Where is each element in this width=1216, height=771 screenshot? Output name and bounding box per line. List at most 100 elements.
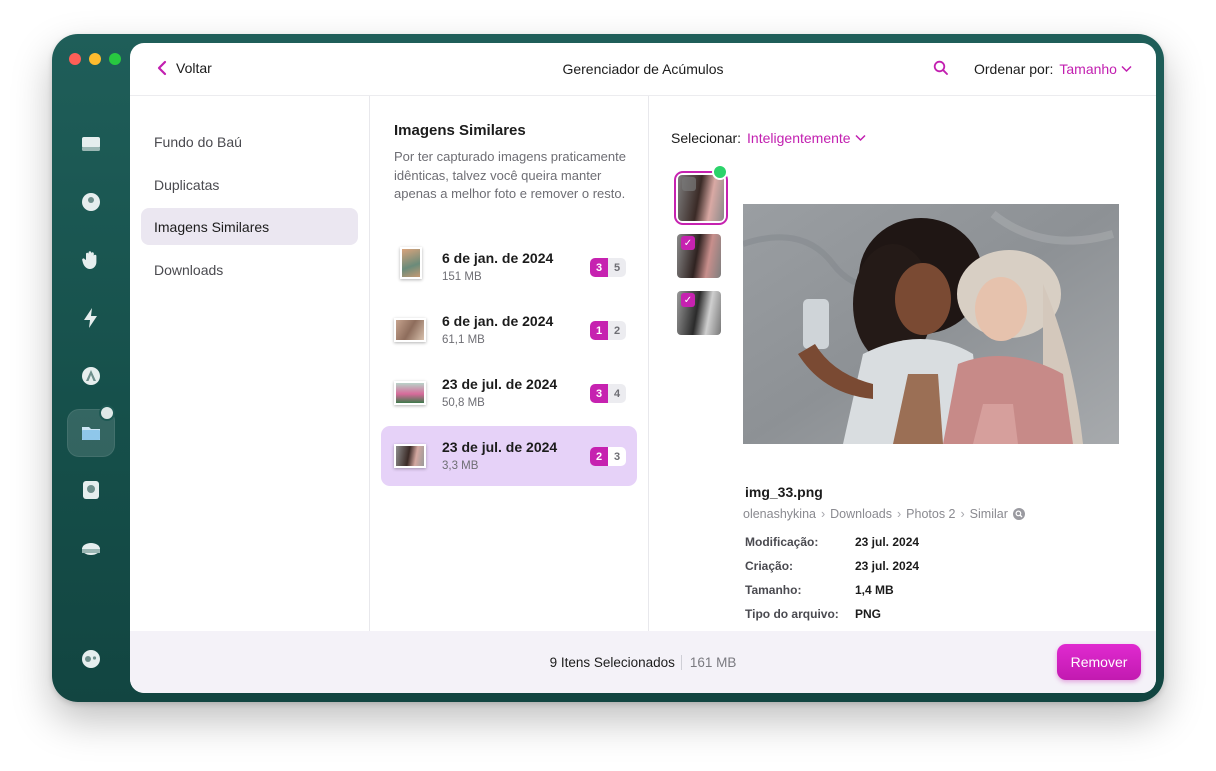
selected-items-count: 9 Itens Selecionados	[549, 655, 675, 670]
sort-control: Ordenar por: Tamanho	[974, 61, 1132, 77]
section-description: Por ter capturado imagens praticamente i…	[394, 149, 626, 201]
path-segment[interactable]: Similar	[970, 507, 1008, 521]
sidebar-item-fundo-do-bau[interactable]: Fundo do Baú	[141, 123, 358, 160]
group-date: 23 de jul. de 2024	[442, 376, 558, 392]
cleanup-icon[interactable]	[77, 188, 105, 216]
group-date: 6 de jan. de 2024	[442, 250, 554, 266]
selected-count: 3	[590, 258, 608, 277]
section-title: Imagens Similares	[394, 122, 526, 139]
sidebar-item-duplicatas[interactable]: Duplicatas	[141, 166, 358, 203]
bolt-icon[interactable]	[77, 304, 105, 332]
search-icon[interactable]	[933, 60, 949, 76]
zoom-window-button[interactable]	[109, 53, 121, 65]
selection-summary: 9 Itens Selecionados 161 MB	[130, 655, 1156, 670]
sidebar-item-label: Fundo do Baú	[154, 133, 242, 150]
window-title: Gerenciador de Acúmulos	[562, 61, 724, 77]
remove-button[interactable]: Remover	[1057, 644, 1141, 680]
path-segment[interactable]: olenashykina	[743, 507, 816, 521]
cloud-icon[interactable]	[77, 534, 105, 562]
settings-icon[interactable]	[77, 645, 105, 673]
window-controls	[69, 53, 121, 65]
select-value: Inteligentemente	[747, 130, 851, 146]
unchecked-box[interactable]	[682, 177, 696, 191]
group-item[interactable]: 23 de jul. de 2024 50,8 MB 34	[381, 363, 637, 423]
main-panel: Voltar Gerenciador de Acúmulos Ordenar p…	[130, 43, 1156, 693]
meta-key: Criação:	[745, 559, 794, 573]
group-size: 151 MB	[442, 271, 482, 283]
drive-icon[interactable]	[77, 130, 105, 158]
file-name: img_33.png	[745, 484, 823, 500]
apps-icon[interactable]	[77, 362, 105, 390]
photo-preview	[743, 204, 1119, 444]
best-photo-indicator	[712, 164, 728, 180]
top-bar: Voltar Gerenciador de Acúmulos Ordenar p…	[130, 43, 1156, 96]
checked-box[interactable]: ✓	[681, 293, 695, 307]
path-segment[interactable]: Downloads	[830, 507, 892, 521]
selection-badge: 35	[590, 258, 626, 277]
group-thumbnail	[394, 318, 426, 342]
select-label: Selecionar:	[671, 130, 742, 146]
photo-thumbnail[interactable]: ✓	[675, 232, 723, 280]
chevron-right-icon: ›	[896, 507, 902, 521]
hand-icon[interactable]	[77, 246, 105, 274]
select-control: Selecionar: Inteligentemente	[671, 130, 866, 146]
group-item[interactable]: 6 de jan. de 2024 61,1 MB 12	[381, 300, 637, 360]
group-date: 6 de jan. de 2024	[442, 313, 554, 329]
selection-badge: 12	[590, 321, 626, 340]
chevron-left-icon	[157, 60, 167, 76]
photo-thumbnail[interactable]: ✓	[675, 289, 723, 337]
meta-value: 1,4 MB	[855, 583, 894, 597]
sidebar-item-label: Downloads	[154, 261, 224, 278]
selected-size: 161 MB	[680, 655, 737, 670]
group-thumbnail	[400, 247, 422, 279]
total-count: 4	[608, 384, 626, 403]
footer-bar: 9 Itens Selecionados 161 MB Remover	[130, 631, 1156, 693]
sort-dropdown[interactable]: Tamanho	[1059, 61, 1132, 77]
group-size: 3,3 MB	[442, 460, 479, 472]
sidebar-item-downloads[interactable]: Downloads	[141, 251, 358, 288]
group-item-selected[interactable]: 23 de jul. de 2024 3,3 MB 23	[381, 426, 637, 486]
file-path: olenashykina › Downloads › Photos 2 › Si…	[743, 507, 1025, 521]
photo-thumbnail-active[interactable]	[676, 173, 726, 223]
group-date: 23 de jul. de 2024	[442, 439, 558, 455]
groups-column: Imagens Similares Por ter capturado imag…	[370, 96, 649, 631]
meta-value: 23 jul. 2024	[855, 559, 920, 573]
group-thumbnail	[394, 444, 426, 468]
close-window-button[interactable]	[69, 53, 81, 65]
selection-badge: 34	[590, 384, 626, 403]
sidebar-item-label: Duplicatas	[154, 176, 220, 193]
meta-key: Tamanho:	[745, 583, 802, 597]
app-window: Voltar Gerenciador de Acúmulos Ordenar p…	[52, 34, 1164, 702]
checked-box[interactable]: ✓	[681, 236, 695, 250]
total-count: 2	[608, 321, 626, 340]
back-label: Voltar	[176, 60, 212, 76]
path-segment[interactable]: Photos 2	[906, 507, 955, 521]
chevron-down-icon	[855, 134, 866, 142]
group-size: 61,1 MB	[442, 334, 485, 346]
total-count: 3	[608, 447, 626, 466]
chevron-down-icon	[1121, 65, 1132, 73]
reveal-in-finder-icon[interactable]	[1012, 508, 1025, 520]
selected-count: 3	[590, 384, 608, 403]
selection-badge: 23	[590, 447, 626, 466]
meta-value: PNG	[855, 607, 882, 621]
sort-value: Tamanho	[1059, 61, 1117, 77]
folder-icon[interactable]	[77, 419, 105, 447]
chevron-right-icon: ›	[960, 507, 965, 521]
meta-value: 23 jul. 2024	[855, 535, 920, 549]
group-size: 50,8 MB	[442, 397, 485, 409]
total-count: 5	[608, 258, 626, 277]
back-button[interactable]: Voltar	[156, 60, 212, 76]
sidebar-item-label: Imagens Similares	[154, 218, 270, 235]
minimize-window-button[interactable]	[89, 53, 101, 65]
selected-count: 2	[590, 447, 608, 466]
category-sidebar: Fundo do Baú Duplicatas Imagens Similare…	[130, 96, 370, 631]
group-thumbnail	[394, 381, 426, 405]
meta-key: Tipo do arquivo:	[745, 607, 839, 621]
sidebar-item-imagens-similares[interactable]: Imagens Similares	[141, 208, 358, 245]
sort-label: Ordenar por:	[974, 61, 1054, 77]
select-dropdown[interactable]: Inteligentemente	[747, 130, 866, 146]
selected-count: 1	[590, 321, 608, 340]
group-item[interactable]: 6 de jan. de 2024 151 MB 35	[381, 237, 637, 297]
disk-icon[interactable]	[77, 476, 105, 504]
